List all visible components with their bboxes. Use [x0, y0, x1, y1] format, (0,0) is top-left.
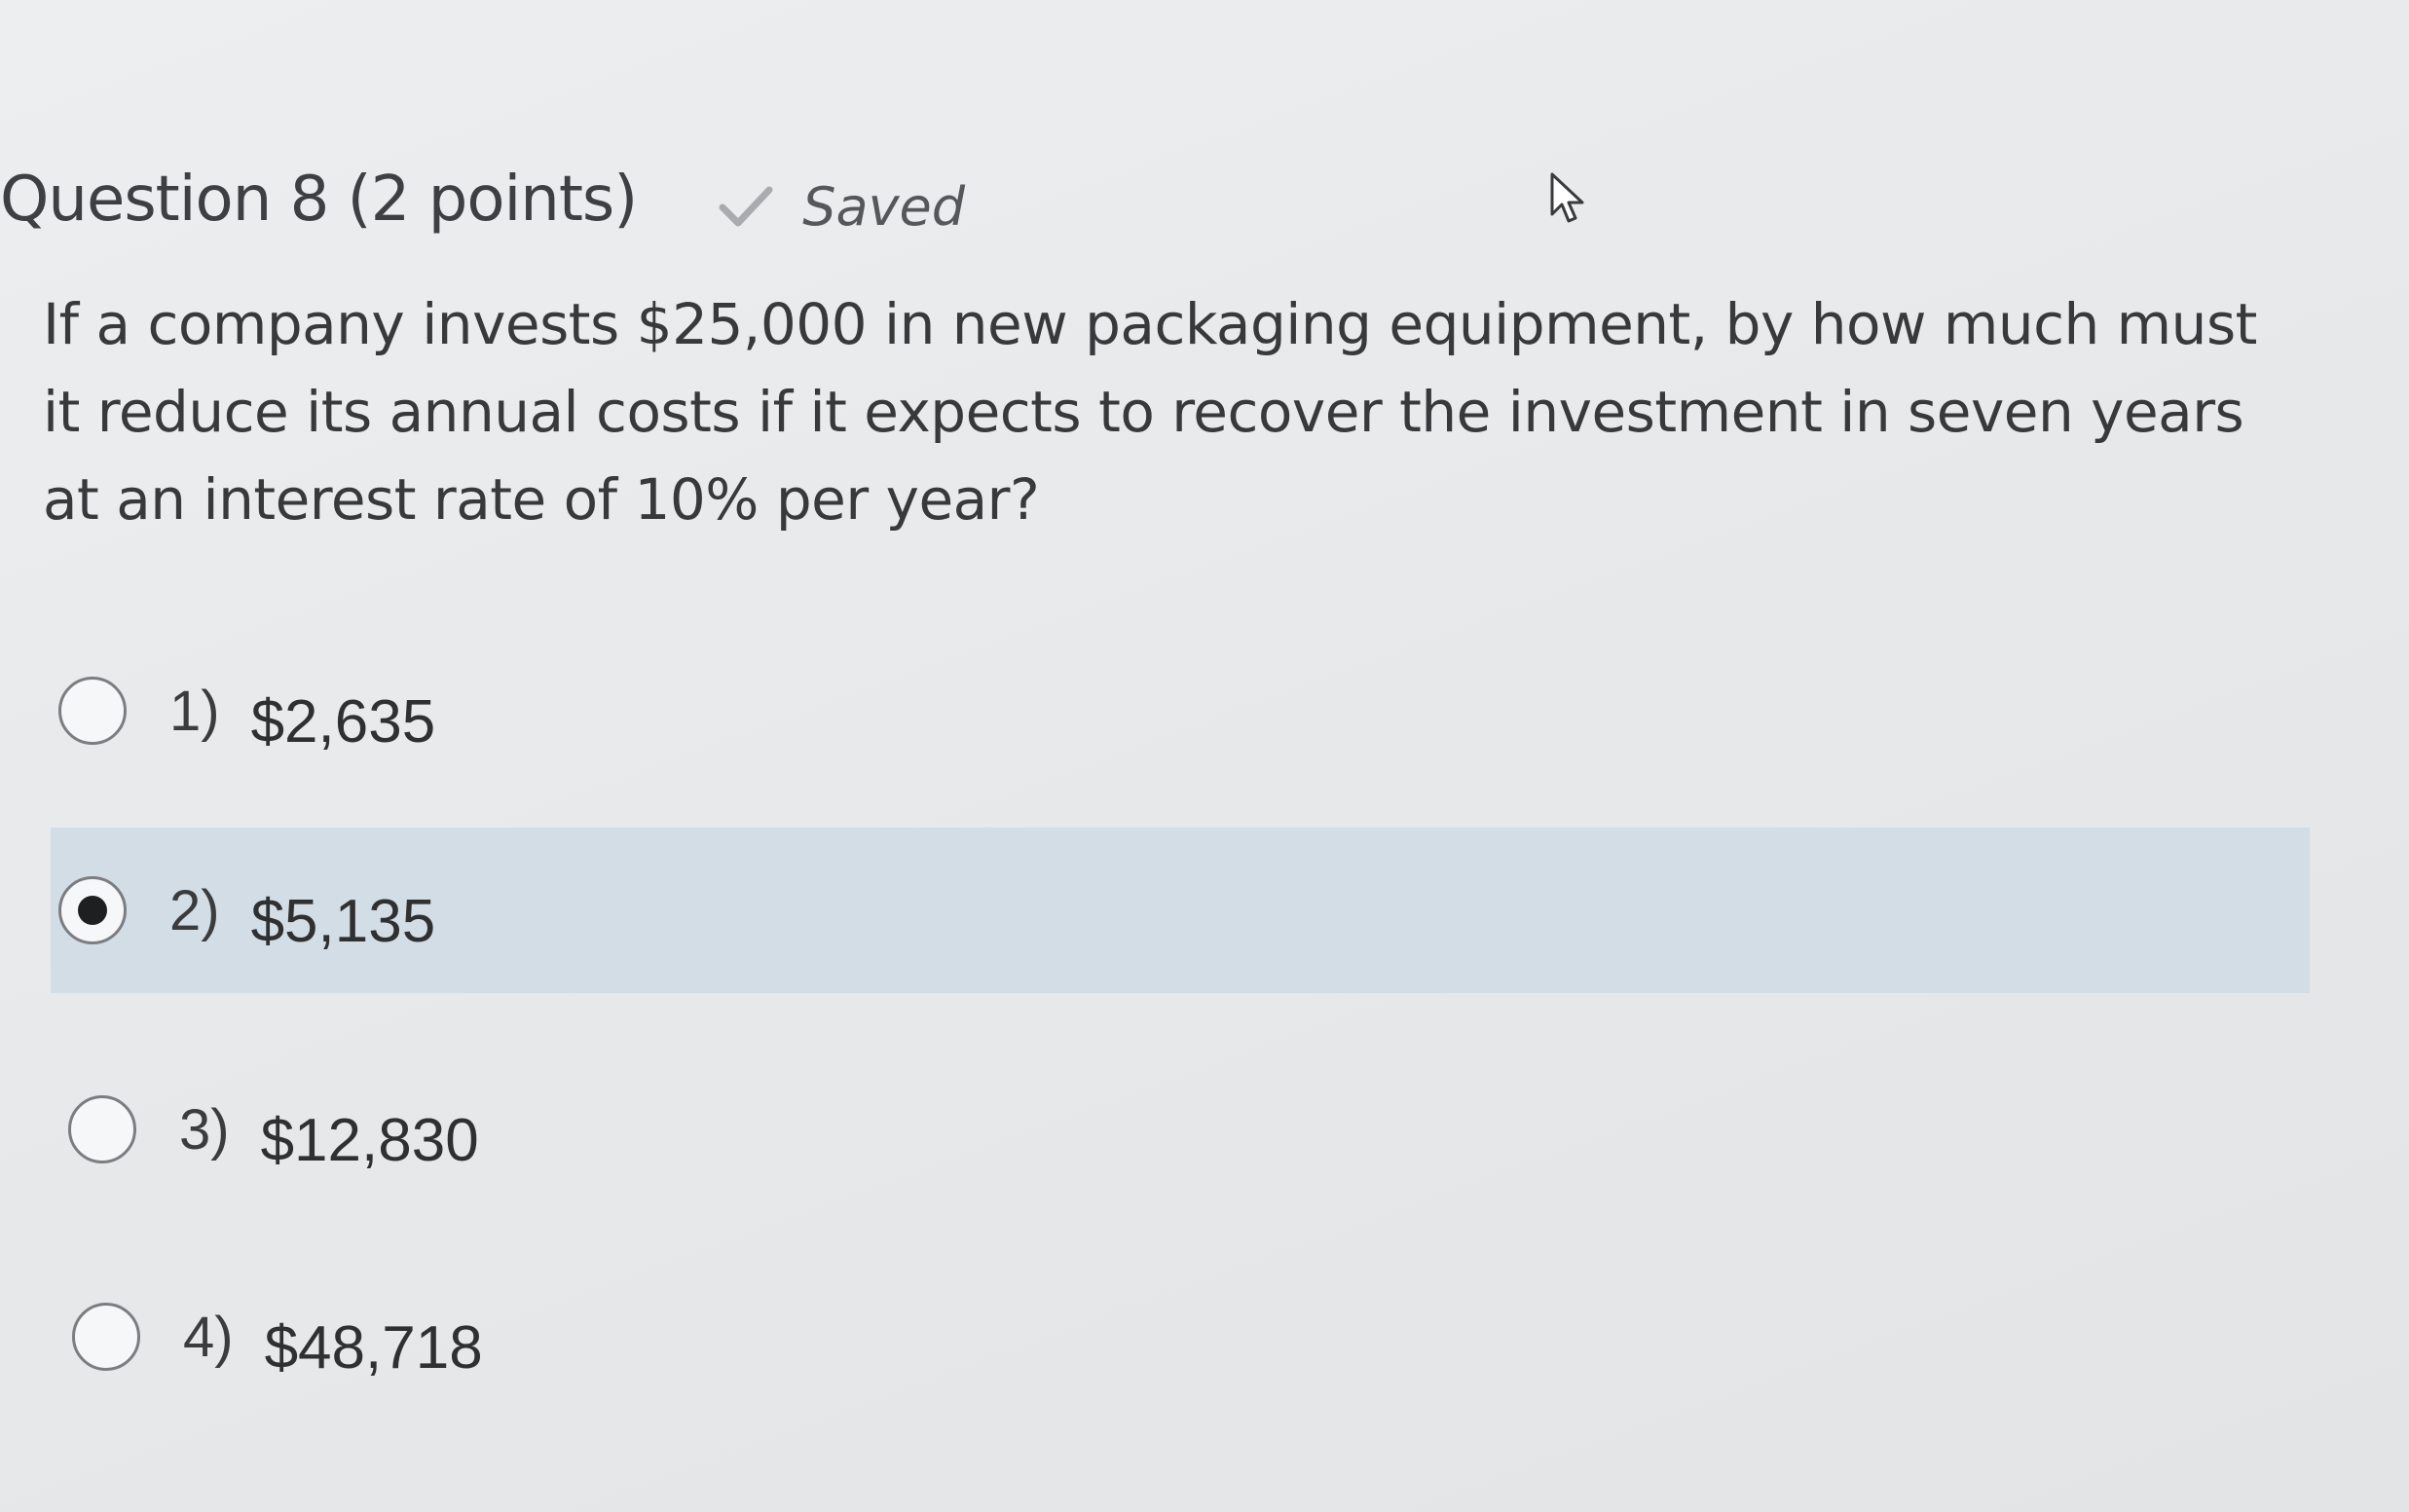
- option-value: $2,635: [250, 687, 436, 756]
- option-2[interactable]: 2) $5,135: [51, 828, 2310, 993]
- radio-button-selected[interactable]: [58, 876, 127, 944]
- option-number: 2): [169, 878, 220, 942]
- radio-button[interactable]: [72, 1303, 140, 1371]
- option-value: $5,135: [250, 887, 436, 955]
- radio-button[interactable]: [68, 1095, 136, 1163]
- option-number: 4): [183, 1305, 234, 1369]
- option-value: $12,830: [260, 1106, 479, 1174]
- radio-button[interactable]: [58, 677, 127, 745]
- option-number: 3): [179, 1097, 230, 1162]
- answer-options: 1) $2,635 2) $5,135 3) $12,830 4) $48,71…: [0, 0, 2409, 1512]
- option-4[interactable]: 4) $48,718: [64, 1254, 2323, 1420]
- option-value: $48,718: [264, 1313, 483, 1382]
- radio-dot-icon: [78, 896, 107, 925]
- option-1[interactable]: 1) $2,635: [51, 628, 2310, 793]
- option-3[interactable]: 3) $12,830: [60, 1047, 2319, 1212]
- option-number: 1): [169, 679, 220, 743]
